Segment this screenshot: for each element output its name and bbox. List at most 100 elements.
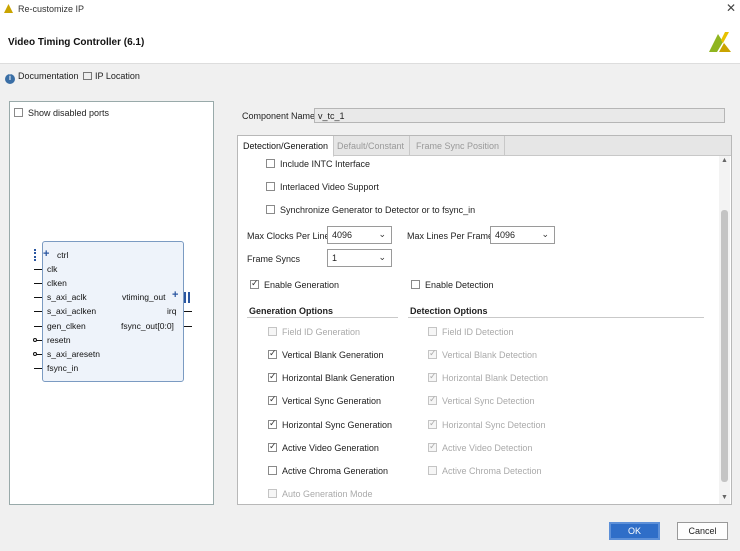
detection-option: Vertical Sync Detection (428, 394, 535, 406)
chevron-down-icon: ⌄ (378, 252, 386, 262)
option-label: Vertical Sync Detection (442, 396, 535, 406)
option-label: Active Chroma Detection (442, 466, 542, 476)
checkbox[interactable] (268, 441, 277, 452)
generation-option[interactable]: Active Chroma Generation (268, 466, 388, 476)
scrollbar-thumb[interactable] (721, 210, 728, 482)
checkbox (268, 327, 277, 336)
checkbox[interactable] (268, 394, 277, 405)
checkbox (428, 327, 437, 336)
interlaced-checkbox[interactable]: Interlaced Video Support (266, 182, 379, 192)
option-label: Vertical Blank Generation (282, 350, 384, 360)
active-low-marker (33, 352, 37, 356)
generation-option: Auto Generation Mode (268, 489, 373, 499)
enable-generation-checkbox[interactable]: Enable Generation (250, 278, 339, 290)
checkbox (268, 489, 277, 498)
port-label: irq (167, 306, 177, 316)
checkbox (428, 418, 437, 429)
port-pin (34, 326, 42, 327)
port-label: s_axi_aclk (47, 292, 87, 302)
option-label: Auto Generation Mode (282, 489, 373, 499)
close-icon[interactable]: ✕ (726, 1, 736, 15)
checkbox[interactable] (266, 205, 275, 214)
info-icon: i (5, 74, 15, 84)
detection-option: Horizontal Blank Detection (428, 371, 548, 383)
checkbox[interactable] (266, 159, 275, 168)
port-label: resetn (47, 335, 71, 345)
port-pin (34, 368, 42, 369)
tab-detection-generation[interactable]: Detection/Generation (238, 136, 335, 157)
scroll-down-icon[interactable]: ▼ (721, 494, 728, 501)
port-label: vtiming_out (122, 292, 166, 302)
tab-frame-sync-position[interactable]: Frame Sync Position (411, 136, 506, 156)
port-pin (34, 297, 42, 298)
component-name-label: Component Name (242, 111, 316, 121)
show-disabled-ports-checkbox[interactable]: Show disabled ports (14, 108, 109, 118)
checkbox (428, 371, 437, 382)
scroll-up-icon[interactable]: ▲ (721, 157, 728, 164)
port-label: clk (47, 264, 58, 274)
chevron-down-icon: ⌄ (541, 229, 549, 239)
frame-syncs-select[interactable]: 1 ⌄ (327, 249, 392, 267)
port-pin (184, 326, 192, 327)
option-label: Horizontal Blank Generation (282, 373, 395, 383)
expand-plus-icon[interactable]: + (172, 289, 178, 301)
documentation-link[interactable]: i Documentation (5, 71, 79, 84)
generation-options-title: Generation Options (249, 306, 334, 316)
generation-option: Field ID Generation (268, 327, 360, 337)
checkbox (428, 441, 437, 452)
generation-option[interactable]: Vertical Blank Generation (268, 348, 384, 360)
port-label: fsync_out[0:0] (121, 321, 174, 331)
checkbox[interactable] (250, 278, 259, 289)
max-clocks-label: Max Clocks Per Line (247, 231, 330, 241)
port-label: gen_clken (47, 321, 86, 331)
include-intc-checkbox[interactable]: Include INTC Interface (266, 159, 370, 169)
bus-interface-marker (184, 292, 190, 303)
checkbox[interactable] (268, 371, 277, 382)
synchronize-checkbox[interactable]: Synchronize Generator to Detector or to … (266, 205, 475, 215)
tab-default-constant[interactable]: Default/Constant (332, 136, 411, 156)
tab-strip: Detection/Generation Default/Constant Fr… (238, 136, 731, 157)
detection-option: Active Chroma Detection (428, 466, 542, 476)
generation-option[interactable]: Horizontal Blank Generation (268, 371, 395, 383)
checkbox[interactable] (411, 280, 420, 289)
generation-option[interactable]: Horizontal Sync Generation (268, 418, 392, 430)
port-pin (34, 283, 42, 284)
expand-plus-icon[interactable]: + (43, 248, 49, 260)
checkbox[interactable] (14, 108, 23, 117)
active-low-marker (33, 338, 37, 342)
port-pin (34, 269, 42, 270)
vivado-logo-icon (4, 4, 13, 13)
header: Video Timing Controller (6.1) (0, 18, 740, 64)
port-label: s_axi_aresetn (47, 349, 100, 359)
generation-option[interactable]: Active Video Generation (268, 441, 379, 453)
chevron-down-icon: ⌄ (378, 229, 386, 239)
option-label: Active Video Detection (442, 443, 533, 453)
checkbox[interactable] (268, 466, 277, 475)
page-title: Video Timing Controller (6.1) (8, 37, 145, 48)
checkbox (428, 348, 437, 359)
option-label: Vertical Sync Generation (282, 396, 382, 406)
checkbox[interactable] (266, 182, 275, 191)
detection-option: Field ID Detection (428, 327, 514, 337)
ok-button[interactable]: OK (609, 522, 660, 540)
option-label: Vertical Blank Detection (442, 350, 538, 360)
detection-option: Vertical Blank Detection (428, 348, 538, 360)
ip-location-link[interactable]: IP Location (83, 71, 140, 81)
cancel-button[interactable]: Cancel (677, 522, 728, 540)
port-pin (34, 311, 42, 312)
port-pin (184, 311, 192, 312)
xilinx-logo-icon (709, 32, 731, 52)
max-lines-label: Max Lines Per Frame (407, 231, 494, 241)
option-label: Active Video Generation (282, 443, 379, 453)
generation-option[interactable]: Vertical Sync Generation (268, 394, 382, 406)
enable-detection-checkbox[interactable]: Enable Detection (411, 280, 494, 290)
checkbox[interactable] (268, 348, 277, 359)
port-label: clken (47, 278, 67, 288)
detection-options-title: Detection Options (410, 306, 488, 316)
max-clocks-select[interactable]: 4096 ⌄ (327, 226, 392, 244)
divider (247, 317, 398, 318)
checkbox[interactable] (268, 418, 277, 429)
component-name-input[interactable]: v_tc_1 (314, 108, 725, 123)
option-label: Horizontal Sync Detection (442, 420, 546, 430)
max-lines-select[interactable]: 4096 ⌄ (490, 226, 555, 244)
